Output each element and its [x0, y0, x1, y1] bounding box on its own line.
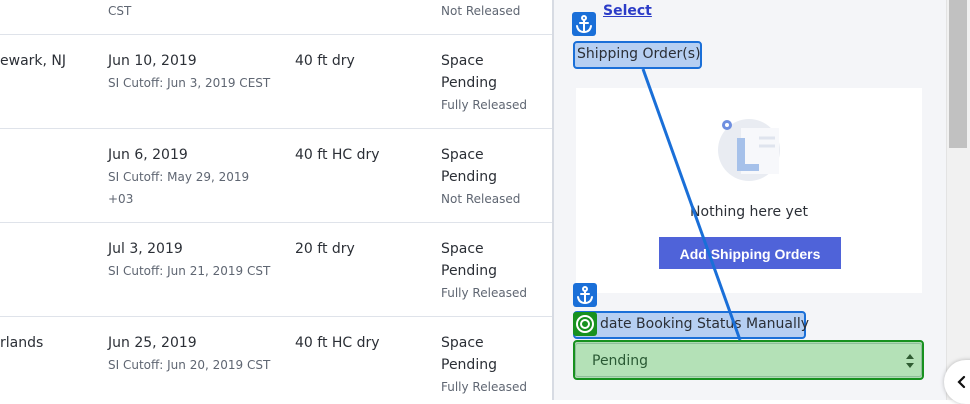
booking-status-line2: Pending	[441, 263, 497, 279]
scrollbar-thumb[interactable]	[949, 0, 967, 148]
si-cutoff: SI Cutoff: Jun 21, 2019 CST	[108, 264, 271, 278]
container-type: 40 ft HC dry	[295, 335, 380, 351]
si-cutoff: CST	[108, 4, 132, 18]
table-row[interactable]: Jun 6, 2019 SI Cutoff: May 29, 2019 +03 …	[0, 129, 552, 223]
si-cutoff: SI Cutoff: May 29, 2019	[108, 170, 250, 184]
booking-status-line1: Space	[441, 241, 484, 257]
si-cutoff: SI Cutoff: Jun 20, 2019 CST	[108, 358, 271, 372]
empty-state-text: Nothing here yet	[690, 204, 808, 220]
booking-status-line1: Space	[441, 53, 484, 69]
release-status: Not Released	[441, 192, 521, 206]
table-row[interactable]: ewark, NJ Jun 10, 2019 SI Cutoff: Jun 3,…	[0, 35, 552, 129]
si-cutoff-tz: +03	[108, 192, 134, 206]
select-link[interactable]: Select	[603, 3, 652, 19]
booking-status-line2: Pending	[441, 169, 497, 185]
bookings-table: CST Not Released ewark, NJ Jun 10, 2019 …	[0, 0, 552, 400]
anchor-icon	[573, 283, 597, 307]
booking-status-line2: Pending	[441, 357, 497, 373]
table-row[interactable]: Jul 3, 2019 SI Cutoff: Jun 21, 2019 CST …	[0, 223, 552, 317]
scrollbar[interactable]	[946, 0, 970, 400]
table-row[interactable]: rlands Jun 25, 2019 SI Cutoff: Jun 20, 2…	[0, 317, 552, 400]
target-icon	[573, 312, 597, 336]
release-status: Fully Released	[441, 380, 527, 394]
shipping-orders-label: Shipping Order(s)	[577, 46, 701, 62]
booking-status-line1: Space	[441, 147, 484, 163]
add-shipping-orders-button[interactable]: Add Shipping Orders	[659, 237, 841, 269]
shipping-orders-empty-card: Nothing here yet Add Shipping Orders	[576, 88, 922, 293]
date: Jun 6, 2019	[108, 147, 188, 163]
container-type: 40 ft dry	[295, 53, 355, 69]
status-select-highlight	[573, 340, 924, 380]
date: Jun 25, 2019	[108, 335, 197, 351]
booking-status-line2: Pending	[441, 75, 497, 91]
container-type: 40 ft HC dry	[295, 147, 380, 163]
release-status: Fully Released	[441, 98, 527, 112]
update-status-label: date Booking Status Manually	[600, 316, 810, 332]
table-row[interactable]: CST Not Released	[0, 0, 552, 35]
location: rlands	[0, 335, 44, 351]
container-type: 20 ft dry	[295, 241, 355, 257]
anchor-icon	[572, 12, 596, 36]
empty-document-icon	[713, 110, 785, 182]
chevron-left-icon	[957, 375, 966, 389]
date: Jul 3, 2019	[108, 241, 183, 257]
release-status: Not Released	[441, 4, 521, 18]
location: ewark, NJ	[0, 53, 67, 69]
si-cutoff: SI Cutoff: Jun 3, 2019 CEST	[108, 76, 271, 90]
release-status: Fully Released	[441, 286, 527, 300]
booking-status-line1: Space	[441, 335, 484, 351]
date: Jun 10, 2019	[108, 53, 197, 69]
